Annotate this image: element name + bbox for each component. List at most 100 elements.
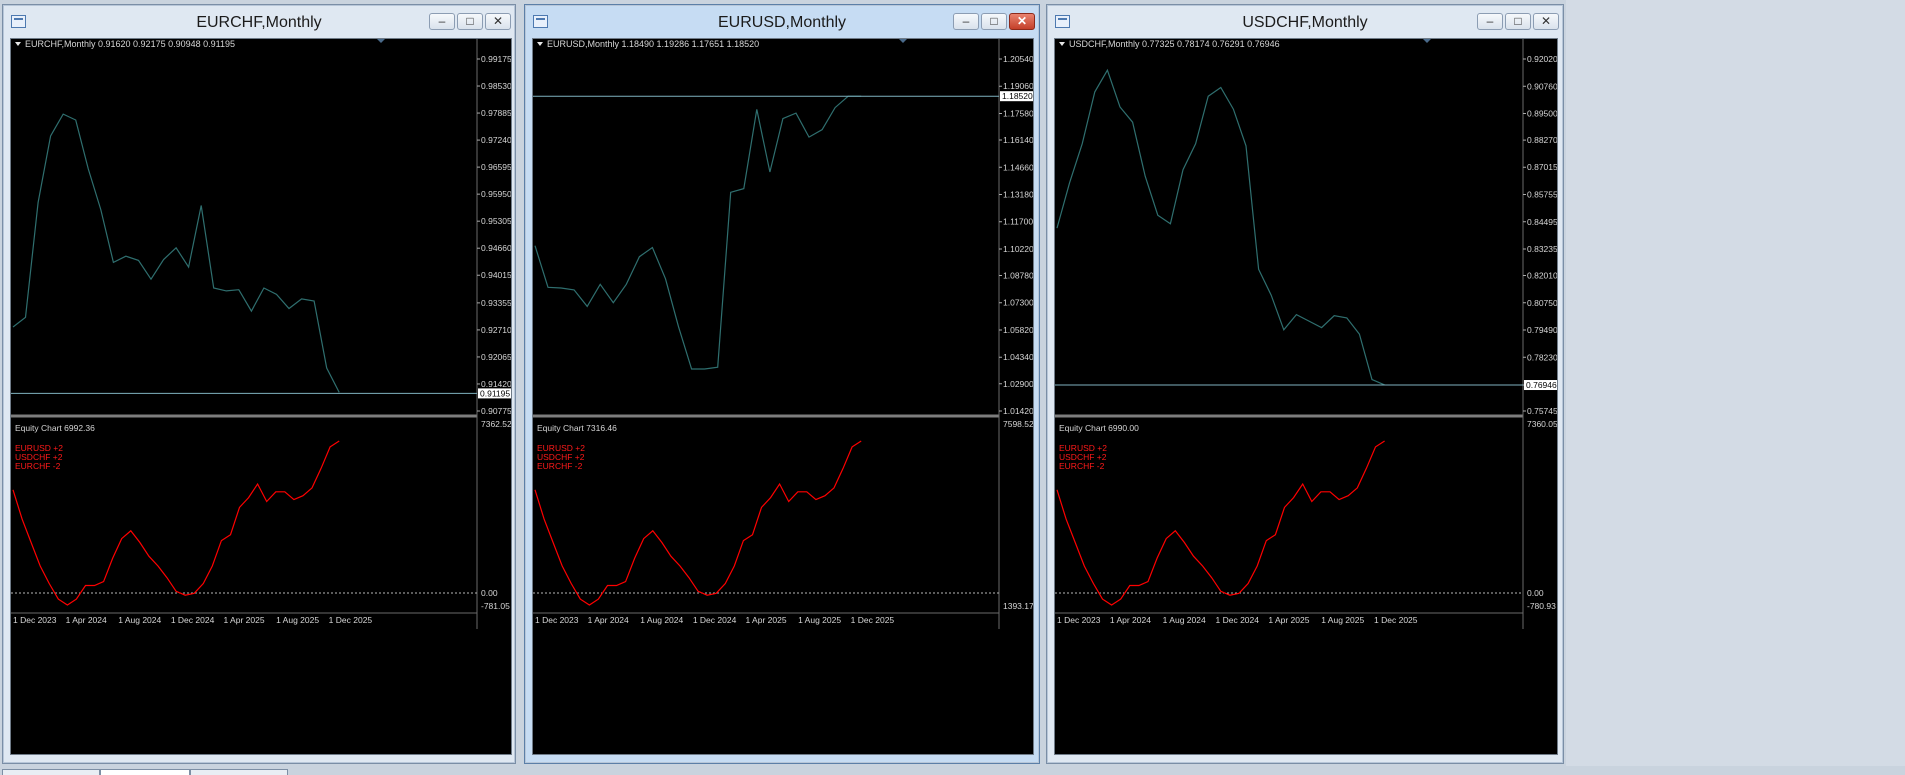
- price-tick-label: 1.01420: [1003, 406, 1033, 416]
- date-tick-label: 1 Dec 2025: [1374, 615, 1418, 625]
- date-tick-label: 1 Apr 2024: [588, 615, 629, 625]
- price-and-equity-chart[interactable]: EURUSD,Monthly 1.18490 1.19286 1.17651 1…: [533, 39, 1033, 629]
- minimize-button[interactable]: –: [429, 13, 455, 30]
- price-tick-label: 1.19060: [1003, 81, 1033, 91]
- price-tick-label: 0.83235: [1527, 244, 1557, 254]
- chart-area[interactable]: EURCHF,Monthly 0.91620 0.92175 0.90948 0…: [10, 38, 512, 755]
- price-tick-label: 1.02900: [1003, 379, 1033, 389]
- price-tick-label: 0.92710: [481, 325, 511, 335]
- date-tick-label: 1 Apr 2024: [66, 615, 107, 625]
- price-tick-label: 0.84495: [1527, 217, 1557, 227]
- date-tick-label: 1 Aug 2025: [1321, 615, 1364, 625]
- price-tick-label: 0.89500: [1527, 109, 1557, 119]
- date-tick-label: 1 Dec 2024: [171, 615, 215, 625]
- equity-min-label: 1393.17: [1003, 601, 1033, 611]
- price-tick-label: 1.04340: [1003, 352, 1033, 362]
- window-titlebar[interactable]: EURCHF,Monthly – □ ✕: [3, 5, 515, 41]
- tab-chart[interactable]: [100, 769, 190, 775]
- minimize-button[interactable]: –: [1477, 13, 1503, 30]
- equity-max-label: 7360.05: [1527, 419, 1557, 429]
- date-tick-label: 1 Apr 2025: [1268, 615, 1309, 625]
- date-tick-label: 1 Apr 2024: [1110, 615, 1151, 625]
- date-tick-label: 1 Aug 2024: [118, 615, 161, 625]
- chart-tabs[interactable]: [0, 766, 1905, 775]
- price-tick-label: 0.95950: [481, 189, 511, 199]
- tab-chart[interactable]: [2, 769, 100, 775]
- price-tick-label: 0.79490: [1527, 325, 1557, 335]
- eurchf-chart-window[interactable]: EURCHF,Monthly – □ ✕ EURCHF,Monthly 0.91…: [2, 4, 516, 764]
- date-tick-label: 1 Dec 2023: [1057, 615, 1101, 625]
- equity-legend-item: EURCHF -2: [537, 461, 583, 471]
- close-button[interactable]: ✕: [485, 13, 511, 30]
- price-tick-label: 0.82010: [1527, 270, 1557, 280]
- price-and-equity-chart[interactable]: EURCHF,Monthly 0.91620 0.92175 0.90948 0…: [11, 39, 511, 629]
- restore-button[interactable]: □: [1505, 13, 1531, 30]
- price-tick-label: 1.17580: [1003, 108, 1033, 118]
- price-tick-label: 0.96595: [481, 162, 511, 172]
- chart-header: USDCHF,Monthly 0.77325 0.78174 0.76291 0…: [1069, 39, 1280, 49]
- current-price-label: 1.18520: [1002, 91, 1033, 101]
- price-tick-label: 0.98530: [481, 81, 511, 91]
- price-tick-label: 1.16140: [1003, 135, 1033, 145]
- equity-label: Equity Chart 7316.46: [537, 423, 617, 433]
- price-tick-label: 0.97240: [481, 135, 511, 145]
- current-price-label: 0.91195: [480, 388, 510, 398]
- price-tick-label: 1.10220: [1003, 244, 1033, 254]
- equity-label: Equity Chart 6990.00: [1059, 423, 1139, 433]
- chart-header: EURCHF,Monthly 0.91620 0.92175 0.90948 0…: [25, 39, 235, 49]
- equity-label: Equity Chart 6992.36: [15, 423, 95, 433]
- price-and-equity-chart[interactable]: USDCHF,Monthly 0.77325 0.78174 0.76291 0…: [1055, 39, 1557, 629]
- equity-zero-label: 0.00: [481, 588, 498, 598]
- chart-area[interactable]: USDCHF,Monthly 0.77325 0.78174 0.76291 0…: [1054, 38, 1558, 755]
- background-strip: [1566, 0, 1905, 775]
- price-tick-label: 0.80750: [1527, 298, 1557, 308]
- chart-area[interactable]: EURUSD,Monthly 1.18490 1.19286 1.17651 1…: [532, 38, 1034, 755]
- chart-background: [533, 39, 1033, 629]
- price-tick-label: 0.92065: [481, 352, 511, 362]
- equity-max-label: 7362.52: [481, 419, 511, 429]
- chart-header: EURUSD,Monthly 1.18490 1.19286 1.17651 1…: [547, 39, 759, 49]
- price-tick-label: 0.85755: [1527, 190, 1557, 200]
- minimize-button[interactable]: –: [953, 13, 979, 30]
- price-tick-label: 0.75745: [1527, 406, 1557, 416]
- price-tick-label: 0.78230: [1527, 352, 1557, 362]
- eurusd-chart-window[interactable]: EURUSD,Monthly – □ ✕ EURUSD,Monthly 1.18…: [524, 4, 1040, 764]
- date-tick-label: 1 Dec 2025: [851, 615, 895, 625]
- usdchf-chart-window[interactable]: USDCHF,Monthly – □ ✕ USDCHF,Monthly 0.77…: [1046, 4, 1564, 764]
- restore-button[interactable]: □: [981, 13, 1007, 30]
- equity-max-label: 7598.52: [1003, 419, 1033, 429]
- close-button[interactable]: ✕: [1009, 13, 1035, 30]
- price-tick-label: 1.05820: [1003, 325, 1033, 335]
- restore-button[interactable]: □: [457, 13, 483, 30]
- close-button[interactable]: ✕: [1533, 13, 1559, 30]
- price-tick-label: 0.95305: [481, 216, 511, 226]
- date-tick-label: 1 Aug 2024: [1163, 615, 1206, 625]
- chart-background: [1055, 39, 1557, 629]
- date-tick-label: 1 Aug 2025: [798, 615, 841, 625]
- equity-min-label: -780.93: [1527, 601, 1556, 611]
- price-tick-label: 0.94015: [481, 270, 511, 280]
- date-tick-label: 1 Aug 2024: [640, 615, 683, 625]
- date-tick-label: 1 Dec 2024: [1216, 615, 1260, 625]
- price-tick-label: 0.88270: [1527, 135, 1557, 145]
- equity-legend-item: EURCHF -2: [1059, 461, 1105, 471]
- price-tick-label: 1.13180: [1003, 189, 1033, 199]
- date-tick-label: 1 Aug 2025: [276, 615, 319, 625]
- price-tick-label: 0.94660: [481, 243, 511, 253]
- equity-min-label: -781.05: [481, 601, 510, 611]
- price-tick-label: 1.08780: [1003, 271, 1033, 281]
- date-tick-label: 1 Dec 2023: [13, 615, 57, 625]
- window-titlebar[interactable]: EURUSD,Monthly – □ ✕: [525, 5, 1039, 41]
- price-tick-label: 1.07300: [1003, 298, 1033, 308]
- price-tick-label: 0.99175: [481, 54, 511, 64]
- date-tick-label: 1 Apr 2025: [223, 615, 264, 625]
- equity-zero-label: 0.00: [1527, 588, 1544, 598]
- date-tick-label: 1 Dec 2023: [535, 615, 579, 625]
- date-tick-label: 1 Dec 2024: [693, 615, 737, 625]
- tab-chart[interactable]: [190, 769, 288, 775]
- price-tick-label: 0.87015: [1527, 162, 1557, 172]
- window-titlebar[interactable]: USDCHF,Monthly – □ ✕: [1047, 5, 1563, 41]
- date-tick-label: 1 Apr 2025: [745, 615, 786, 625]
- current-price-label: 0.76946: [1526, 380, 1557, 390]
- price-tick-label: 0.90760: [1527, 81, 1557, 91]
